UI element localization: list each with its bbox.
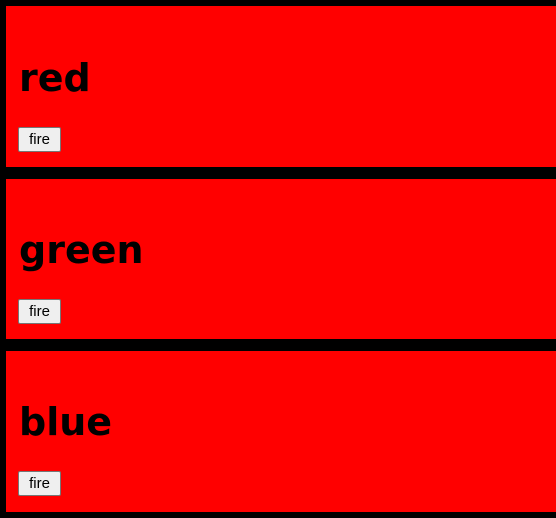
fire-button-red[interactable]: fire bbox=[18, 127, 61, 152]
panel-title-blue: blue bbox=[19, 400, 113, 444]
panel-green: green fire bbox=[6, 179, 556, 339]
panel-title-green: green bbox=[19, 228, 144, 272]
fire-button-blue[interactable]: fire bbox=[18, 471, 61, 496]
page: red fire green fire blue fire bbox=[0, 0, 556, 518]
panel-red: red fire bbox=[6, 6, 556, 167]
fire-button-green[interactable]: fire bbox=[18, 299, 61, 324]
panel-blue: blue fire bbox=[6, 351, 556, 512]
panel-title-red: red bbox=[19, 56, 91, 100]
